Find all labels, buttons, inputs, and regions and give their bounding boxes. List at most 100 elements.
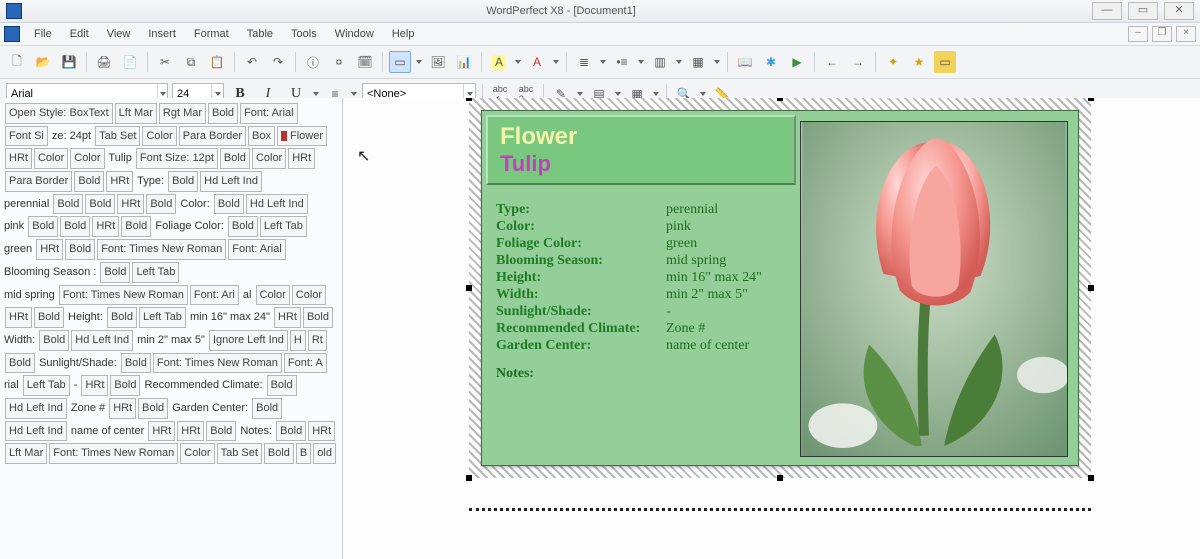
menu-window[interactable]: Window xyxy=(327,26,382,42)
reveal-code[interactable]: HRt xyxy=(308,421,335,442)
save-button[interactable]: 💾 xyxy=(58,51,80,73)
reveal-code[interactable]: HRt xyxy=(106,171,133,192)
reveal-code[interactable]: Bold xyxy=(264,443,294,464)
reveal-code[interactable]: Color xyxy=(34,148,68,169)
reveal-code[interactable]: Bold xyxy=(276,421,306,442)
resize-handle-br[interactable] xyxy=(1088,475,1094,481)
reveal-code[interactable]: HRt xyxy=(92,216,119,237)
table-dropdown[interactable] xyxy=(713,52,721,72)
font-color-dropdown[interactable] xyxy=(552,52,560,72)
reveal-code[interactable]: Rt xyxy=(308,330,327,351)
reveal-code[interactable]: Color xyxy=(142,126,176,147)
reveal-code[interactable]: Font: Times New Roman xyxy=(153,353,282,374)
columns-button[interactable]: ▥ xyxy=(649,51,671,73)
text-box-dropdown[interactable] xyxy=(415,52,423,72)
reveal-code[interactable]: HRt xyxy=(5,307,32,328)
reveal-code[interactable]: Box xyxy=(248,126,275,147)
reveal-code[interactable]: Color xyxy=(70,148,104,169)
reveal-code[interactable]: old xyxy=(313,443,336,464)
reveal-code[interactable]: Bold xyxy=(121,216,151,237)
reveal-code[interactable]: Bold xyxy=(121,353,151,374)
doc-minimize-button[interactable]: – xyxy=(1128,26,1148,42)
reveal-code[interactable]: Bold xyxy=(34,307,64,328)
reveal-code[interactable]: Hd Left Ind xyxy=(71,330,133,351)
bullets-dropdown[interactable] xyxy=(637,52,645,72)
system-menu-icon[interactable] xyxy=(4,26,20,42)
clipboard-button[interactable]: ▭ xyxy=(934,51,956,73)
reveal-code[interactable]: HRt xyxy=(109,398,136,419)
close-button[interactable]: ✕ xyxy=(1164,2,1194,20)
reveal-code[interactable]: Para Border xyxy=(5,171,72,192)
publish-pdf-button[interactable]: 📄 xyxy=(119,51,141,73)
reveal-code[interactable]: Font: Times New Roman xyxy=(49,443,178,464)
resize-handle-tm[interactable] xyxy=(777,98,783,101)
reveal-code[interactable]: Bold xyxy=(28,216,58,237)
reveal-insertion-point[interactable]: Flower xyxy=(277,126,327,147)
reveal-code[interactable]: Bold xyxy=(85,194,115,215)
reveal-code[interactable]: Bold xyxy=(252,398,282,419)
redo-button[interactable]: ↷ xyxy=(267,51,289,73)
reveal-code[interactable]: Bold xyxy=(60,216,90,237)
back-button[interactable]: ← xyxy=(821,51,843,73)
text-box-object[interactable]: Flower Tulip Type:perennialColor:pinkFol… xyxy=(469,98,1091,478)
reveal-code[interactable]: Bold xyxy=(146,194,176,215)
reveal-code[interactable]: Lft Mar xyxy=(115,103,157,124)
cut-button[interactable]: ✂ xyxy=(154,51,176,73)
reveal-code[interactable]: HRt xyxy=(81,375,108,396)
copy-button[interactable]: ⧉ xyxy=(180,51,202,73)
reveal-code[interactable]: H xyxy=(290,330,306,351)
reveal-code[interactable]: Tab Set xyxy=(95,126,140,147)
reveal-code[interactable]: HRt xyxy=(177,421,204,442)
reveal-code[interactable]: Bold xyxy=(168,171,198,192)
date-button[interactable]: 🗓 xyxy=(354,51,376,73)
reveal-code[interactable]: Font Si xyxy=(5,126,48,147)
new-button[interactable]: 🗋 xyxy=(6,51,28,73)
highlight-dropdown[interactable] xyxy=(514,52,522,72)
print-button[interactable]: 🖨 xyxy=(93,51,115,73)
reveal-code[interactable]: Bold xyxy=(220,148,250,169)
reveal-code[interactable]: Bold xyxy=(53,194,83,215)
reveal-code[interactable]: Left Tab xyxy=(139,307,186,328)
reveal-code[interactable]: Font: A xyxy=(284,353,327,374)
reveal-code[interactable]: Font: Times New Roman xyxy=(97,239,226,260)
dictionary-button[interactable]: 📖 xyxy=(734,51,756,73)
reveal-code[interactable]: Bold xyxy=(303,307,333,328)
reveal-code[interactable]: B xyxy=(296,443,311,464)
reveal-code[interactable]: Font: Arial xyxy=(240,103,298,124)
reveal-code[interactable]: HRt xyxy=(148,421,175,442)
reveal-code[interactable]: Hd Left Ind xyxy=(246,194,308,215)
maximize-button[interactable]: ▭ xyxy=(1128,2,1158,20)
reveal-code[interactable]: Hd Left Ind xyxy=(200,171,262,192)
reveal-code[interactable]: HRt xyxy=(274,307,301,328)
reveal-code[interactable]: Color xyxy=(292,285,326,306)
font-color-button[interactable]: A xyxy=(526,51,548,73)
menu-view[interactable]: View xyxy=(99,26,139,42)
reveal-code[interactable]: Bold xyxy=(138,398,168,419)
numbering-button[interactable]: ≣ xyxy=(573,51,595,73)
reveal-code[interactable]: Left Tab xyxy=(260,216,307,237)
bullets-button[interactable]: •≡ xyxy=(611,51,633,73)
reveal-code[interactable]: HRt xyxy=(36,239,63,260)
favorite-button[interactable]: ★ xyxy=(908,51,930,73)
text-box-button[interactable]: ▭ xyxy=(389,51,411,73)
menu-file[interactable]: File xyxy=(26,26,60,42)
reveal-code[interactable]: Open Style: BoxText xyxy=(5,103,113,124)
reveal-code[interactable]: Font: Arial xyxy=(228,239,286,260)
reveal-code[interactable]: Bold xyxy=(65,239,95,260)
reveal-code[interactable]: HRt xyxy=(288,148,315,169)
open-button[interactable]: 📂 xyxy=(32,51,54,73)
doc-close-button[interactable]: × xyxy=(1176,26,1196,42)
reveal-code[interactable]: Bold xyxy=(214,194,244,215)
reveal-code[interactable]: Font Size: 12pt xyxy=(136,148,218,169)
reveal-code[interactable]: HRt xyxy=(117,194,144,215)
reveal-code[interactable]: Bold xyxy=(107,307,137,328)
resize-handle-bm[interactable] xyxy=(777,475,783,481)
resize-handle-mr[interactable] xyxy=(1088,285,1094,291)
reveal-code[interactable]: Color xyxy=(180,443,214,464)
macro-play-button[interactable]: ▶ xyxy=(786,51,808,73)
table-button[interactable]: ▦ xyxy=(687,51,709,73)
resize-handle-tr[interactable] xyxy=(1088,98,1094,101)
reveal-codes-panel[interactable]: Open Style: BoxTextLft MarRgt MarBoldFon… xyxy=(0,98,343,559)
reveal-code[interactable]: Para Border xyxy=(179,126,246,147)
reveal-code[interactable]: Hd Left Ind xyxy=(5,421,67,442)
